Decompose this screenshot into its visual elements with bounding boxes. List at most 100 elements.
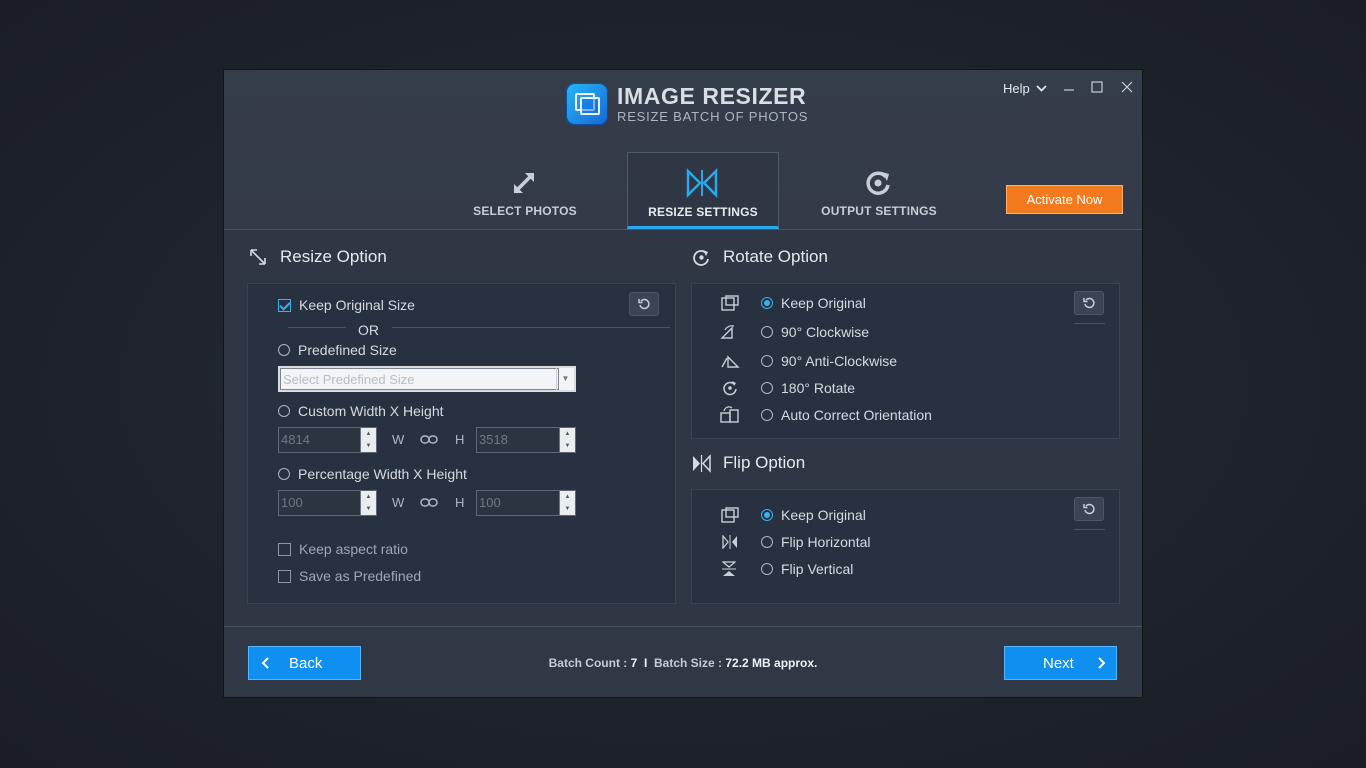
auto-correct-orientation-label: Auto Correct Orientation: [781, 407, 932, 423]
width-label: W: [392, 432, 405, 447]
resize-settings-icon: [686, 168, 718, 198]
divider: [1074, 529, 1105, 530]
flip-horizontal-label: Flip Horizontal: [781, 534, 871, 550]
rotate-option-heading: Rotate Option: [692, 247, 828, 267]
percent-height-input[interactable]: 100 ▲ ▼: [476, 490, 576, 516]
auto-correct-orientation-radio[interactable]: Auto Correct Orientation: [761, 407, 932, 423]
flip-reset-button[interactable]: [1074, 497, 1104, 521]
batch-count-value: 7: [630, 656, 638, 670]
custom-height-value: 3518: [479, 432, 508, 447]
radio-button-selected[interactable]: [761, 509, 773, 521]
height-label: H: [455, 495, 465, 510]
custom-width-value: 4814: [281, 432, 310, 447]
percentage-width-height-radio[interactable]: Percentage Width X Height: [278, 466, 467, 482]
flip-horizontal-radio[interactable]: Flip Horizontal: [761, 534, 870, 550]
flip-keep-original-radio[interactable]: Keep Original: [761, 507, 866, 523]
batch-size-label: Batch Size :: [653, 656, 722, 670]
keep-original-size-label: Keep Original Size: [299, 297, 415, 313]
flip-option-title: Flip Option: [723, 453, 806, 472]
flip-option-heading: Flip Option: [692, 453, 805, 473]
reset-icon: [638, 298, 650, 310]
chevron-down-icon: [1036, 85, 1047, 92]
percent-height-value: 100: [479, 495, 501, 510]
checkbox[interactable]: [278, 569, 291, 583]
custom-width-height-label: Custom Width X Height: [298, 403, 444, 419]
predefined-size-select[interactable]: Select Predefined Size ▼: [278, 366, 576, 392]
rotate-90-anticlockwise-label: 90° Anti-Clockwise: [781, 353, 898, 369]
footer: Back Batch Count : 7 I Batch Size : 72.2…: [224, 626, 1142, 697]
flip-icon: [693, 453, 711, 473]
keep-aspect-ratio-checkbox[interactable]: Keep aspect ratio: [278, 541, 408, 557]
radio-button[interactable]: [761, 382, 773, 394]
keep-aspect-ratio-label: Keep aspect ratio: [299, 541, 408, 557]
image-original-icon: [721, 507, 739, 523]
dropdown-arrow-icon[interactable]: ▼: [556, 368, 574, 390]
tab-label: SELECT PHOTOS: [473, 204, 577, 218]
maximize-button[interactable]: [1086, 76, 1108, 98]
spin-arrows[interactable]: ▲ ▼: [360, 428, 376, 452]
percent-width-value: 100: [281, 495, 303, 510]
checkbox[interactable]: [278, 542, 291, 556]
width-label: W: [392, 495, 405, 510]
custom-width-height-radio[interactable]: Custom Width X Height: [278, 403, 444, 419]
custom-height-input[interactable]: 3518 ▲ ▼: [476, 427, 576, 453]
output-refresh-icon: [866, 171, 890, 195]
rotate-keep-original-label: Keep Original: [781, 295, 866, 311]
rotate-90-clockwise-radio[interactable]: 90° Clockwise: [761, 324, 869, 340]
flip-vertical-radio[interactable]: Flip Vertical: [761, 561, 853, 577]
radio-button[interactable]: [761, 563, 773, 575]
rotate-keep-original-radio[interactable]: Keep Original: [761, 295, 866, 311]
minimize-button[interactable]: [1058, 76, 1080, 98]
predefined-size-label: Predefined Size: [298, 342, 397, 358]
predefined-size-placeholder: Select Predefined Size: [283, 372, 415, 387]
next-button[interactable]: Next: [1004, 646, 1117, 680]
reset-icon: [1083, 503, 1095, 515]
rotate-180-icon: [723, 381, 737, 396]
tab-select-photos[interactable]: SELECT PHOTOS: [449, 152, 601, 229]
radio-button[interactable]: [761, 355, 773, 367]
flip-vertical-icon: [722, 561, 736, 576]
radio-button[interactable]: [761, 326, 773, 338]
batch-separator: I: [643, 656, 648, 670]
resize-reset-button[interactable]: [629, 292, 659, 316]
spin-arrows[interactable]: ▲ ▼: [360, 491, 376, 515]
rotate-anticlockwise-icon: [721, 355, 740, 368]
radio-button[interactable]: [761, 536, 773, 548]
predefined-size-radio[interactable]: Predefined Size: [278, 342, 397, 358]
reset-icon: [1083, 297, 1095, 309]
radio-button[interactable]: [761, 409, 773, 421]
radio-button[interactable]: [278, 405, 290, 417]
tab-output-settings[interactable]: OUTPUT SETTINGS: [803, 152, 955, 229]
tab-resize-settings[interactable]: RESIZE SETTINGS: [627, 152, 779, 229]
spin-arrows[interactable]: ▲ ▼: [559, 428, 575, 452]
radio-button-selected[interactable]: [761, 297, 773, 309]
link-aspect-icon: [420, 435, 438, 444]
batch-count-label: Batch Count :: [548, 656, 628, 670]
radio-button[interactable]: [278, 344, 290, 356]
checkbox-checked[interactable]: [278, 298, 291, 312]
app-subtitle: RESIZE BATCH OF PHOTOS: [617, 109, 809, 124]
activate-now-button[interactable]: Activate Now: [1006, 185, 1123, 214]
close-button[interactable]: [1116, 76, 1138, 98]
save-as-predefined-label: Save as Predefined: [299, 568, 422, 584]
flip-horizontal-icon: [722, 535, 737, 549]
resize-option-title: Resize Option: [280, 247, 387, 266]
flip-vertical-label: Flip Vertical: [781, 561, 854, 577]
rotate-90-anticlockwise-radio[interactable]: 90° Anti-Clockwise: [761, 353, 897, 369]
keep-original-size-checkbox[interactable]: Keep Original Size: [278, 297, 415, 313]
save-as-predefined-checkbox[interactable]: Save as Predefined: [278, 568, 421, 584]
percent-width-input[interactable]: 100 ▲ ▼: [278, 490, 377, 516]
rotate-180-radio[interactable]: 180° Rotate: [761, 380, 855, 396]
custom-width-input[interactable]: 4814 ▲ ▼: [278, 427, 377, 453]
resize-option-heading: Resize Option: [248, 247, 387, 267]
image-original-icon: [721, 295, 739, 311]
tab-label: RESIZE SETTINGS: [648, 205, 758, 219]
rotate-reset-button[interactable]: [1074, 291, 1104, 315]
tab-label: OUTPUT SETTINGS: [821, 204, 937, 218]
divider: [1074, 323, 1105, 324]
radio-button[interactable]: [278, 468, 290, 480]
app-title: IMAGE RESIZER: [617, 83, 807, 109]
rotate-180-label: 180° Rotate: [781, 380, 856, 396]
spin-arrows[interactable]: ▲ ▼: [559, 491, 575, 515]
help-menu[interactable]: Help: [1003, 81, 1047, 96]
